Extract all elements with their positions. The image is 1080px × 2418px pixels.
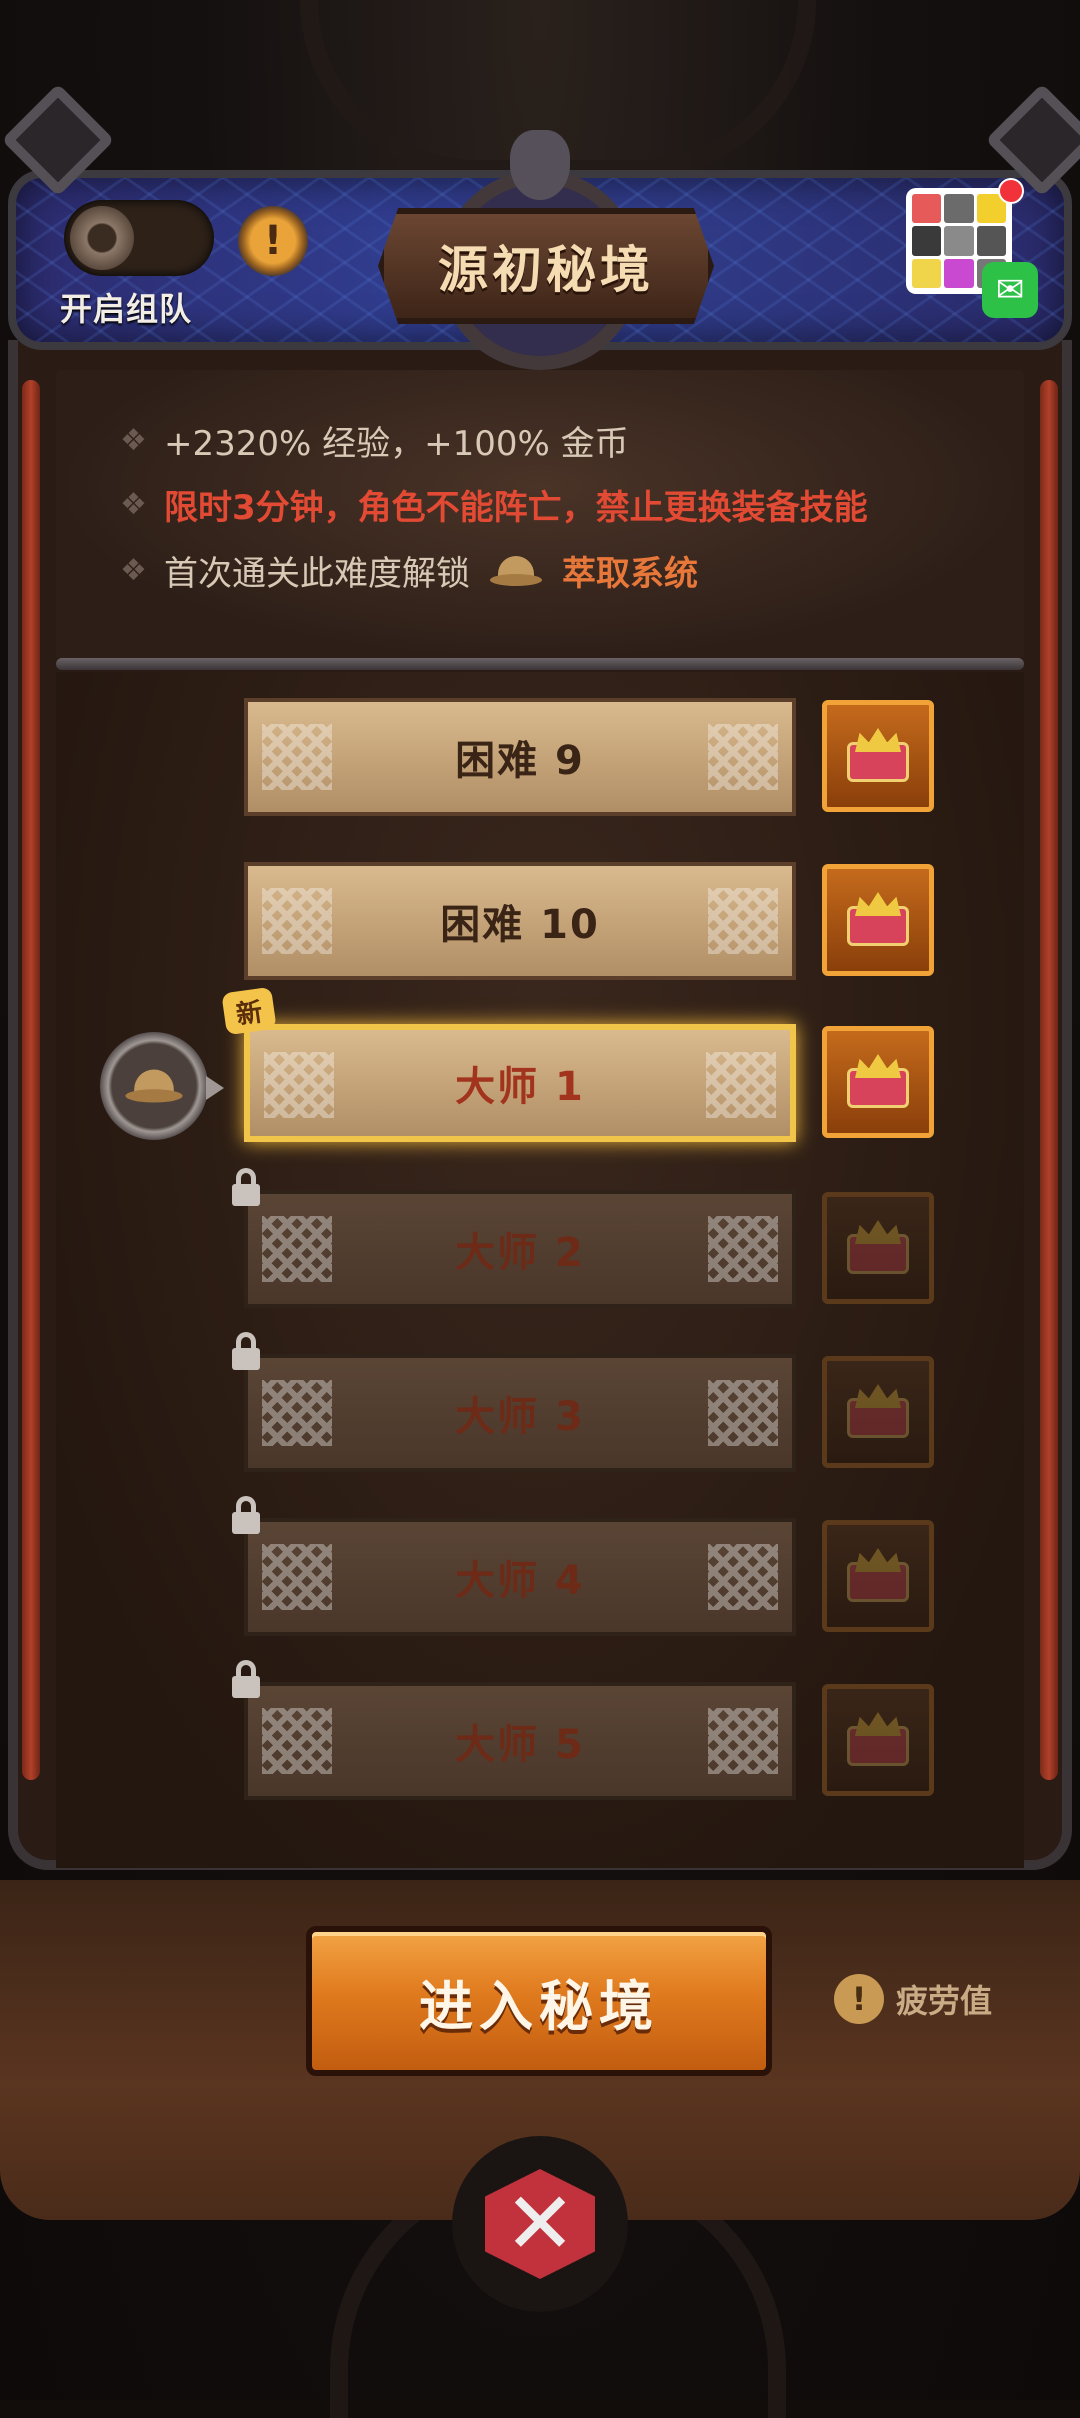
difficulty-label: 大师 5 [455,1722,585,1768]
difficulty-plate[interactable]: 困难 10 [244,862,796,980]
info-button[interactable]: ! [238,206,308,276]
difficulty-label: 大师 3 [455,1394,585,1440]
reward-chest-button[interactable] [822,864,934,976]
toggle-knob[interactable] [70,206,134,270]
chest-icon [847,1384,909,1440]
unlock-line: ❖ 首次通关此难度解锁 萃取系统 [120,546,698,595]
difficulty-plate[interactable]: 困难 9 [244,698,796,816]
chest-icon [847,1712,909,1768]
divider [56,658,1024,670]
reward-line: ❖ +2320% 经验，+100% 金币 [120,416,629,465]
bullet-icon: ❖ [120,423,147,458]
difficulty-plate[interactable]: 大师 1 [244,1024,796,1142]
difficulty-label: 困难 9 [455,738,585,784]
chest-icon [847,1548,909,1604]
hat-icon [125,1069,183,1103]
reward-chest-button[interactable] [822,1192,934,1304]
lock-icon [230,1332,262,1370]
current-position-marker [100,1032,208,1140]
close-button[interactable]: ✕ [452,2136,628,2312]
reward-chest-button[interactable] [822,1356,934,1468]
skull-icon [510,130,570,200]
bullet-icon: ❖ [120,553,147,588]
title-plate: 源初秘境 [378,208,714,324]
difficulty-plate[interactable]: 大师 3 [244,1354,796,1472]
crossed-swords-icon: ✕ [485,2169,595,2279]
lock-icon [230,1496,262,1534]
difficulty-row[interactable]: 困难 10 [244,862,934,980]
marker-pointer [206,1076,224,1100]
notification-dot [998,178,1024,204]
right-rail [1040,380,1058,1780]
enter-dungeon-button[interactable]: 进入秘境 [306,1926,772,2076]
difficulty-label: 困难 10 [440,902,600,948]
fatigue-info[interactable]: ! 疲劳值 [834,1974,992,2024]
unlock-prefix: 首次通关此难度解锁 [164,554,470,594]
difficulty-plate[interactable]: 大师 2 [244,1190,796,1308]
bullet-icon: ❖ [120,487,147,522]
exclamation-icon: ! [834,1974,884,2024]
difficulty-row-locked[interactable]: 大师 3 [232,1332,934,1472]
chest-icon [847,1220,909,1276]
team-toggle[interactable] [64,200,214,276]
wechat-icon[interactable]: ✉ [982,262,1038,318]
reward-chest-button[interactable] [822,1684,934,1796]
chest-icon [847,1054,909,1110]
difficulty-row[interactable]: 困难 9 [244,698,934,816]
new-badge: 新 [221,986,277,1036]
rule-text: 限时3分钟，角色不能阵亡，禁止更换装备技能 [164,488,868,528]
lock-icon [230,1660,262,1698]
enter-dungeon-label: 进入秘境 [419,1974,659,2038]
difficulty-row-current[interactable]: 大师 1 新 [221,986,934,1142]
chest-icon [847,892,909,948]
difficulty-row-locked[interactable]: 大师 4 [232,1496,934,1636]
difficulty-row-locked[interactable]: 大师 2 [232,1168,934,1308]
difficulty-row-locked[interactable]: 大师 5 [232,1660,934,1800]
fatigue-label: 疲劳值 [896,1982,993,2020]
left-rail [22,380,40,1780]
reward-chest-button[interactable] [822,700,934,812]
hat-icon [490,555,542,586]
team-toggle-label: 开启组队 [60,290,193,328]
difficulty-label: 大师 1 [455,1064,585,1110]
difficulty-plate[interactable]: 大师 5 [244,1682,796,1800]
lock-icon [230,1168,262,1206]
difficulty-label: 大师 2 [455,1230,585,1276]
exclamation-icon: ! [263,218,283,264]
difficulty-label: 大师 4 [455,1558,585,1604]
reward-chest-button[interactable] [822,1026,934,1138]
page-title: 源初秘境 [438,241,654,299]
reward-chest-button[interactable] [822,1520,934,1632]
chest-icon [847,728,909,784]
difficulty-plate[interactable]: 大师 4 [244,1518,796,1636]
reward-text: +2320% 经验，+100% 金币 [164,424,629,464]
unlock-system[interactable]: 萃取系统 [562,546,698,595]
rule-line: ❖ 限时3分钟，角色不能阵亡，禁止更换装备技能 [120,480,868,529]
